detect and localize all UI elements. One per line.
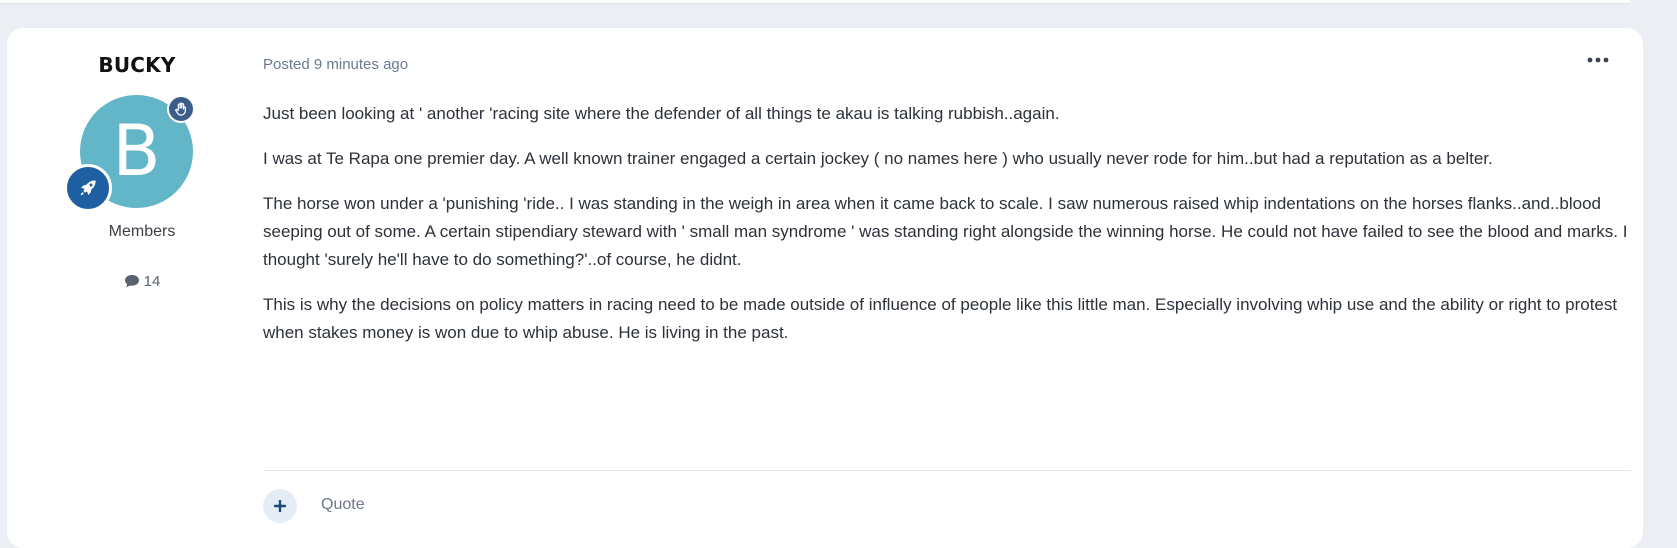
- post-paragraph: I was at Te Rapa one premier day. A well…: [263, 149, 1493, 168]
- member-group: Members: [108, 223, 176, 240]
- ellipsis-icon[interactable]: [1584, 50, 1612, 70]
- comment-icon: [124, 274, 140, 289]
- plus-icon: [274, 500, 286, 512]
- forum-post: BUCKY B Members 14 Posted 9 minutes ago …: [7, 28, 1643, 548]
- previous-post-edge: [0, 0, 1630, 4]
- quote-add-button[interactable]: [263, 489, 297, 523]
- author-panel: BUCKY B Members 14: [7, 28, 262, 548]
- post-paragraph: Just been looking at ' another 'racing s…: [263, 104, 1060, 123]
- quote-button[interactable]: Quote: [321, 496, 365, 514]
- divider: [263, 470, 1631, 471]
- rocket-icon: [64, 164, 112, 212]
- post-body: Just been looking at ' another 'racing s…: [263, 100, 1631, 364]
- author-name-link[interactable]: BUCKY: [7, 53, 267, 77]
- hand-icon: [167, 95, 195, 123]
- post-paragraph: This is why the decisions on policy matt…: [263, 295, 1618, 342]
- post-content: Posted 9 minutes ago Just been looking a…: [256, 28, 1631, 548]
- post-timestamp[interactable]: Posted 9 minutes ago: [263, 56, 408, 73]
- post-count-value: 14: [143, 273, 161, 290]
- post-count[interactable]: 14: [7, 273, 277, 290]
- post-paragraph: The horse won under a 'punishing 'ride..…: [263, 194, 1628, 269]
